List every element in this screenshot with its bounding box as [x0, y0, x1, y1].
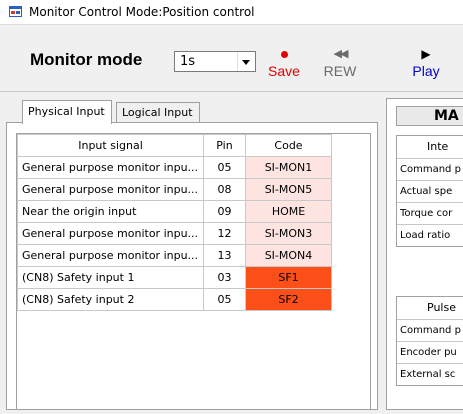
code-cell: SF1: [245, 266, 332, 289]
value-row: Command p: [397, 158, 463, 180]
section-header: Pulse: [427, 301, 456, 314]
pin-cell: 09: [203, 200, 246, 223]
pin-cell: 13: [203, 244, 246, 267]
window-title: Monitor Control Mode:Position control: [29, 5, 255, 19]
value-row: Actual spe: [397, 180, 463, 202]
table-row[interactable]: General purpose monitor inpu... 05 SI-MO…: [17, 156, 332, 179]
code-cell: SI-MON3: [245, 222, 332, 245]
value-row: Torque cor: [397, 202, 463, 224]
input-signal-table: Input signal Pin Code General purpose mo…: [17, 134, 332, 311]
table-header-row: Input signal Pin Code: [17, 134, 332, 157]
internal-values-box: Inte Command p Actual spe Torque cor Loa…: [396, 135, 463, 247]
input-signal-grid[interactable]: Input signal Pin Code General purpose mo…: [16, 133, 371, 409]
tab-logical-input[interactable]: Logical Input: [116, 102, 200, 122]
rewind-icon: ◀◀: [333, 47, 349, 60]
pin-cell: 08: [203, 178, 246, 201]
value-row: Load ratio: [397, 224, 463, 246]
value-row: External sc: [397, 363, 463, 385]
title-bar: Monitor Control Mode:Position control: [0, 0, 463, 25]
table-row[interactable]: General purpose monitor inpu... 08 SI-MO…: [17, 178, 332, 201]
table-row[interactable]: General purpose monitor inpu... 13 SI-MO…: [17, 244, 332, 267]
play-button[interactable]: ▶ Play: [402, 46, 450, 86]
monitor-mode-label: Monitor mode: [30, 50, 143, 69]
toolbar: Monitor mode 1s Save ◀◀ REW ▶ Play: [0, 25, 463, 92]
value-row: Command p: [397, 319, 463, 341]
table-row[interactable]: Near the origin input 09 HOME: [17, 200, 332, 223]
app-icon: [9, 6, 22, 17]
section-header: Inte: [427, 140, 449, 153]
value-row: Encoder pu: [397, 341, 463, 363]
code-cell: SI-MON1: [245, 156, 332, 179]
signal-cell: General purpose monitor inpu...: [17, 222, 204, 245]
panel-heading: MA: [396, 106, 463, 126]
signal-cell: (CN8) Safety input 2: [17, 288, 204, 311]
signal-cell: (CN8) Safety input 1: [17, 266, 204, 289]
pulse-values-box: Pulse Command p Encoder pu External sc: [396, 296, 463, 386]
play-icon: ▶: [421, 47, 431, 61]
header-pin: Pin: [203, 134, 246, 157]
play-label: Play: [412, 63, 440, 79]
header-code: Code: [245, 134, 332, 157]
signal-cell: General purpose monitor inpu...: [17, 156, 204, 179]
code-cell: SI-MON5: [245, 178, 332, 201]
physical-input-panel: Physical Input Logical Input Input signa…: [6, 98, 378, 410]
record-icon: [280, 51, 288, 58]
tab-content: Input signal Pin Code General purpose mo…: [6, 122, 378, 410]
code-cell: SF2: [245, 288, 332, 311]
code-cell: HOME: [245, 200, 332, 223]
table-row[interactable]: General purpose monitor inpu... 12 SI-MO…: [17, 222, 332, 245]
monitor-mode-value: 1s: [180, 54, 196, 69]
monitor-values-panel: MA Inte Command p Actual spe Torque cor …: [386, 98, 463, 410]
save-button[interactable]: Save: [260, 46, 308, 86]
table-row[interactable]: (CN8) Safety input 1 03 SF1: [17, 266, 332, 289]
pin-cell: 05: [203, 156, 246, 179]
save-label: Save: [268, 63, 300, 79]
pin-cell: 12: [203, 222, 246, 245]
pin-cell: 05: [203, 288, 246, 311]
monitor-mode-select[interactable]: 1s: [174, 51, 256, 72]
signal-cell: Near the origin input: [17, 200, 204, 223]
code-cell: SI-MON4: [245, 244, 332, 267]
rew-button[interactable]: ◀◀ REW: [316, 46, 364, 86]
signal-cell: General purpose monitor inpu...: [17, 244, 204, 267]
rew-label: REW: [323, 63, 357, 79]
chevron-down-icon[interactable]: [237, 52, 255, 71]
tab-physical-input[interactable]: Physical Input: [22, 100, 112, 124]
pin-cell: 03: [203, 266, 246, 289]
signal-cell: General purpose monitor inpu...: [17, 178, 204, 201]
table-row[interactable]: (CN8) Safety input 2 05 SF2: [17, 288, 332, 311]
header-input-signal: Input signal: [17, 134, 204, 157]
